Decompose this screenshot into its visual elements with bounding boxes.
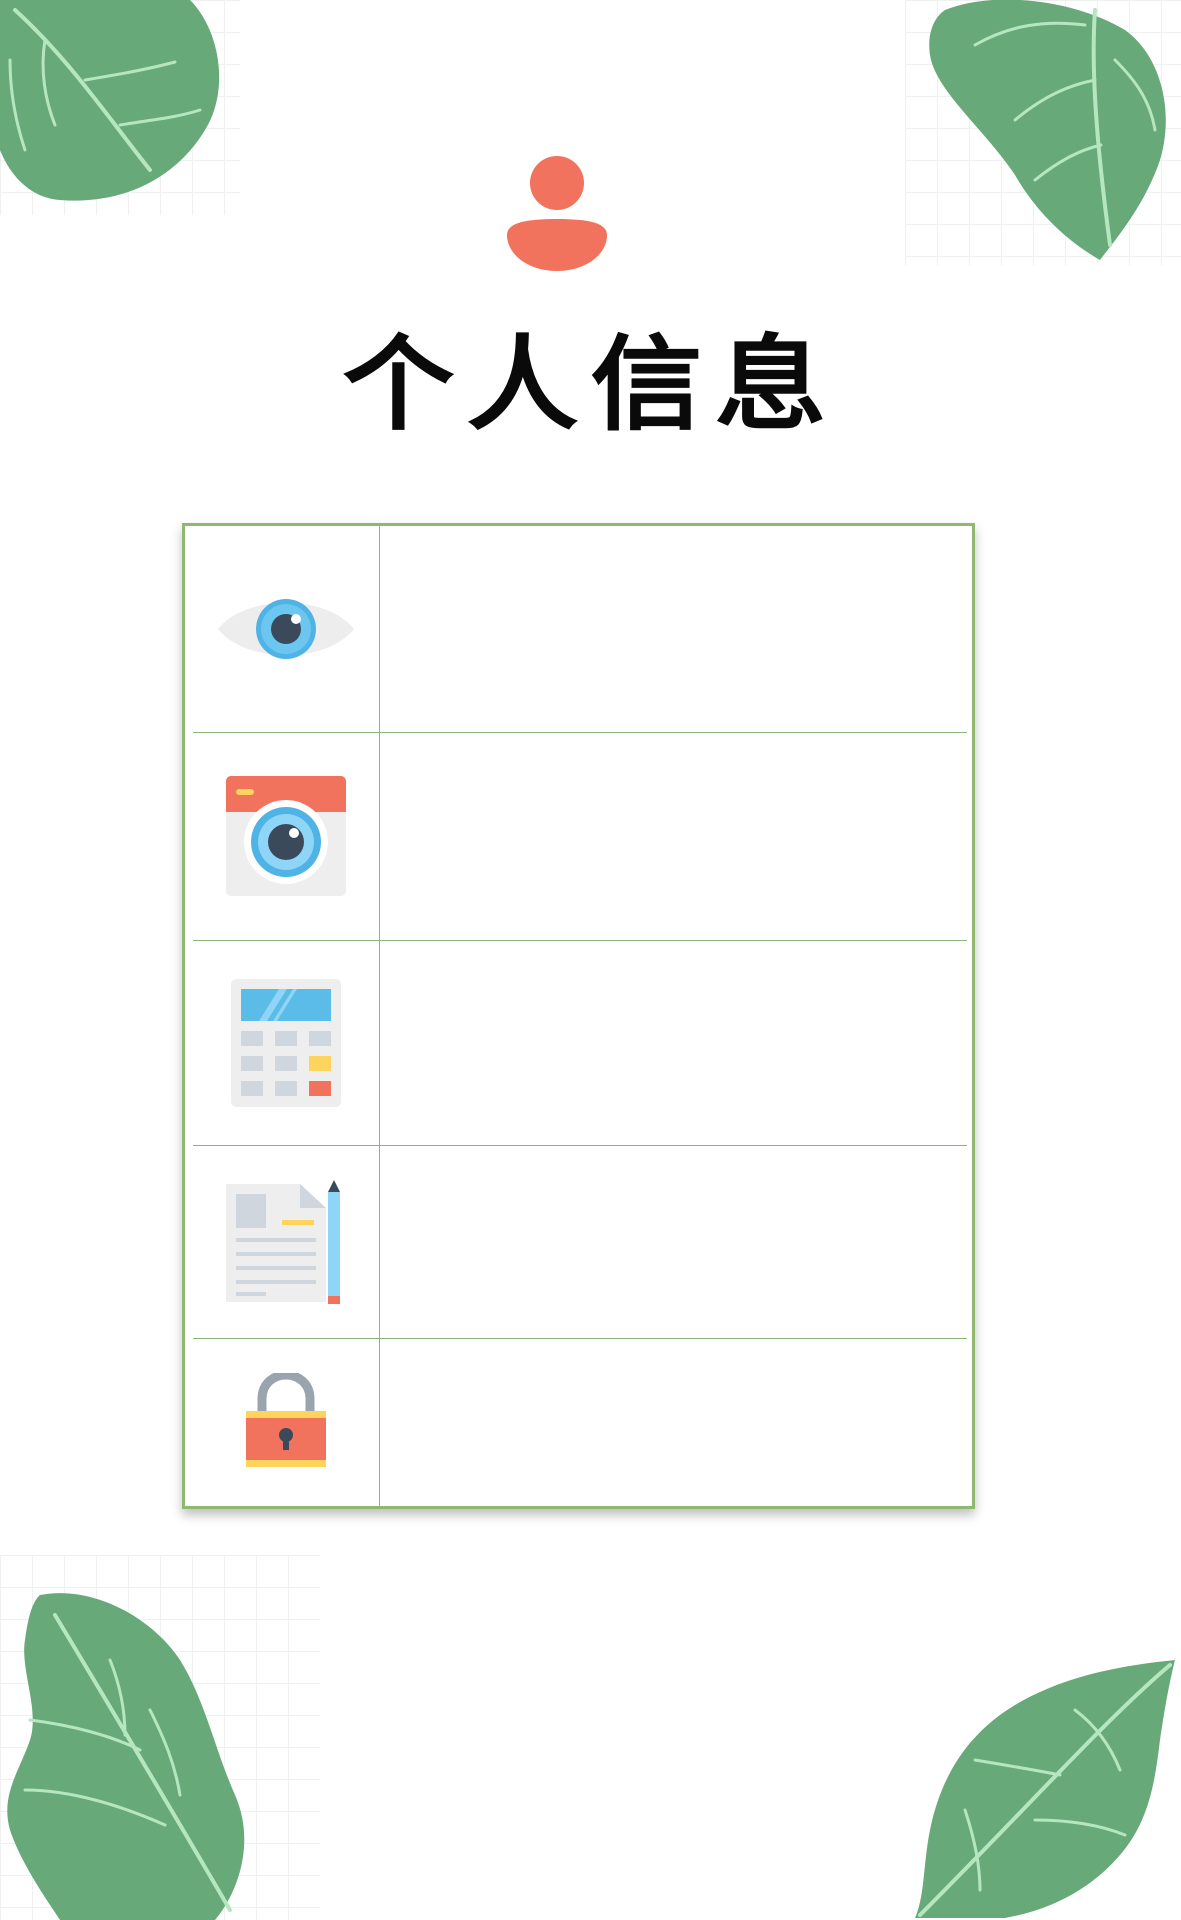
value-cell[interactable]	[380, 526, 967, 732]
camera-icon	[226, 776, 346, 896]
leaf-top-right-icon	[929, 0, 1166, 260]
padlock-icon	[246, 1373, 326, 1467]
eye-icon	[218, 599, 354, 659]
leaf-bottom-right-icon	[915, 1660, 1175, 1918]
icon-cell	[193, 526, 380, 732]
person-icon	[507, 156, 607, 271]
icon-cell	[193, 1338, 380, 1506]
table-row	[193, 1145, 967, 1339]
table-row	[193, 940, 967, 1146]
table-row	[193, 1338, 967, 1506]
calculator-icon	[231, 978, 341, 1107]
value-cell[interactable]	[380, 1338, 967, 1506]
icon-cell	[193, 940, 380, 1145]
icon-cell	[193, 1145, 380, 1338]
table-row	[193, 732, 967, 941]
leaf-top-left-icon	[0, 0, 220, 201]
document-pencil-icon	[226, 1179, 340, 1304]
leaf-bottom-left-icon	[7, 1593, 245, 1920]
icon-cell	[193, 732, 380, 940]
info-table	[182, 523, 975, 1509]
value-cell[interactable]	[380, 732, 967, 940]
page-title: 个人信息	[342, 325, 839, 445]
value-cell[interactable]	[380, 940, 967, 1145]
table-row	[193, 526, 967, 733]
value-cell[interactable]	[380, 1145, 967, 1338]
